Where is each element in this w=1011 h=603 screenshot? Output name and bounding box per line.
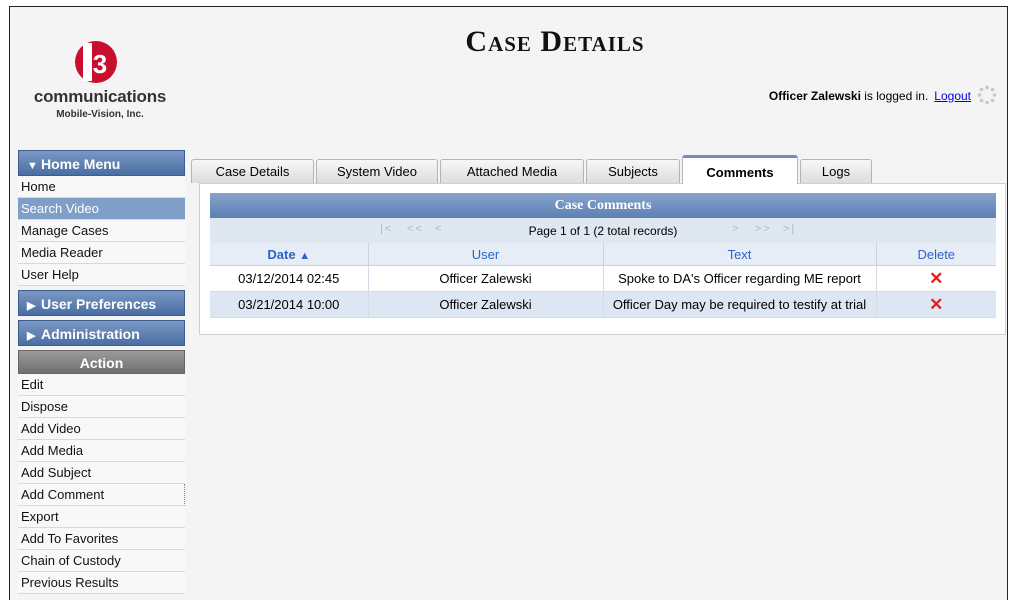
action-header: Action <box>18 350 185 374</box>
action-previous-results[interactable]: Previous Results <box>18 572 185 594</box>
sort-asc-icon: ▲ <box>299 249 311 262</box>
user-preferences-title: User Preferences <box>41 296 157 312</box>
svg-text:3: 3 <box>93 49 107 79</box>
collapsed-arrow-icon: ▶ <box>27 300 36 312</box>
action-dispose[interactable]: Dispose <box>18 396 185 418</box>
login-status: Officer Zalewski is logged in. Logout <box>769 89 971 103</box>
action-export[interactable]: Export <box>18 506 185 528</box>
sidebar-item-search-video[interactable]: Search Video <box>18 198 185 220</box>
administration-header[interactable]: ▶ Administration <box>18 320 185 346</box>
home-menu-title: Home Menu <box>41 156 121 172</box>
grid-title: Case Comments <box>210 193 996 218</box>
logo-wordmark: communications <box>33 87 167 106</box>
administration-title: Administration <box>41 326 140 342</box>
sidebar-item-user-help[interactable]: User Help <box>18 264 185 286</box>
logout-link[interactable]: Logout <box>934 89 971 103</box>
action-add-media[interactable]: Add Media <box>18 440 185 462</box>
cell-user: Officer Zalewski <box>368 265 604 292</box>
logo-subtitle: Mobile-Vision, Inc. <box>56 109 144 120</box>
action-edit[interactable]: Edit <box>18 374 185 396</box>
sidebar: ▼ Home Menu Home Search Video Manage Case… <box>18 150 185 594</box>
comments-panel: Case Comments |< << < Page 1 of 1 (2 tot… <box>199 183 1006 335</box>
action-add-to-favorites[interactable]: Add To Favorites <box>18 528 185 550</box>
loading-spinner-icon <box>977 85 997 105</box>
cell-text: Spoke to DA's Officer regarding ME repor… <box>603 265 877 292</box>
tab-comments[interactable]: Comments <box>682 155 798 184</box>
cell-text: Officer Day may be required to testify a… <box>603 291 877 318</box>
tab-attached-media[interactable]: Attached Media <box>440 159 584 183</box>
column-date-label: Date <box>267 246 296 262</box>
cell-delete: ✕ <box>876 265 996 292</box>
home-menu-header[interactable]: ▼ Home Menu <box>18 150 185 176</box>
user-preferences-header[interactable]: ▶ User Preferences <box>18 290 185 316</box>
delete-icon[interactable]: ✕ <box>929 269 943 288</box>
app-frame: 3 communications Mobile-Vision, Inc. Cas… <box>9 6 1008 600</box>
action-add-comment[interactable]: Add Comment <box>18 484 185 506</box>
next-page-icon[interactable]: > <box>732 223 740 235</box>
page-title: Case Details <box>465 25 645 58</box>
comments-grid: Case Comments |< << < Page 1 of 1 (2 tot… <box>210 193 996 318</box>
cell-date: 03/12/2014 02:45 <box>210 265 369 292</box>
sidebar-item-home[interactable]: Home <box>18 176 185 198</box>
last-page-icon[interactable]: >| <box>783 223 796 235</box>
pager-text: Page 1 of 1 (2 total records) <box>528 223 678 238</box>
next-pages-icon[interactable]: >> <box>755 223 772 235</box>
table-row[interactable]: 03/21/2014 10:00 Officer Zalewski Office… <box>210 291 996 318</box>
prev-page-icon[interactable]: < <box>435 223 443 235</box>
column-text[interactable]: Text <box>603 243 877 266</box>
column-delete[interactable]: Delete <box>876 243 996 266</box>
sidebar-item-media-reader[interactable]: Media Reader <box>18 242 185 264</box>
tab-case-details[interactable]: Case Details <box>191 159 314 183</box>
pager-bar: |< << < Page 1 of 1 (2 total records) > … <box>210 218 996 243</box>
logged-in-user: Officer Zalewski <box>768 89 861 103</box>
action-chain-of-custody[interactable]: Chain of Custody <box>18 550 185 572</box>
sidebar-item-manage-cases[interactable]: Manage Cases <box>18 220 185 242</box>
tab-logs[interactable]: Logs <box>800 159 872 183</box>
column-date[interactable]: Date ▲ <box>210 243 369 266</box>
tab-subjects[interactable]: Subjects <box>586 159 680 183</box>
collapsed-arrow-icon: ▶ <box>27 330 36 342</box>
prev-pages-icon[interactable]: << <box>407 223 424 235</box>
tab-system-video[interactable]: System Video <box>316 159 438 183</box>
cell-date: 03/21/2014 10:00 <box>210 291 369 318</box>
delete-icon[interactable]: ✕ <box>929 295 943 314</box>
action-add-subject[interactable]: Add Subject <box>18 462 185 484</box>
table-row[interactable]: 03/12/2014 02:45 Officer Zalewski Spoke … <box>210 265 996 292</box>
login-suffix: is logged in. <box>860 89 929 103</box>
l3-logo-icon: 3 <box>75 41 117 83</box>
first-page-icon[interactable]: |< <box>380 223 393 235</box>
cell-user: Officer Zalewski <box>368 291 604 318</box>
company-logo: 3 communications Mobile-Vision, Inc. <box>30 39 170 129</box>
column-user[interactable]: User <box>368 243 604 266</box>
cell-delete: ✕ <box>876 291 996 318</box>
action-add-video[interactable]: Add Video <box>18 418 185 440</box>
